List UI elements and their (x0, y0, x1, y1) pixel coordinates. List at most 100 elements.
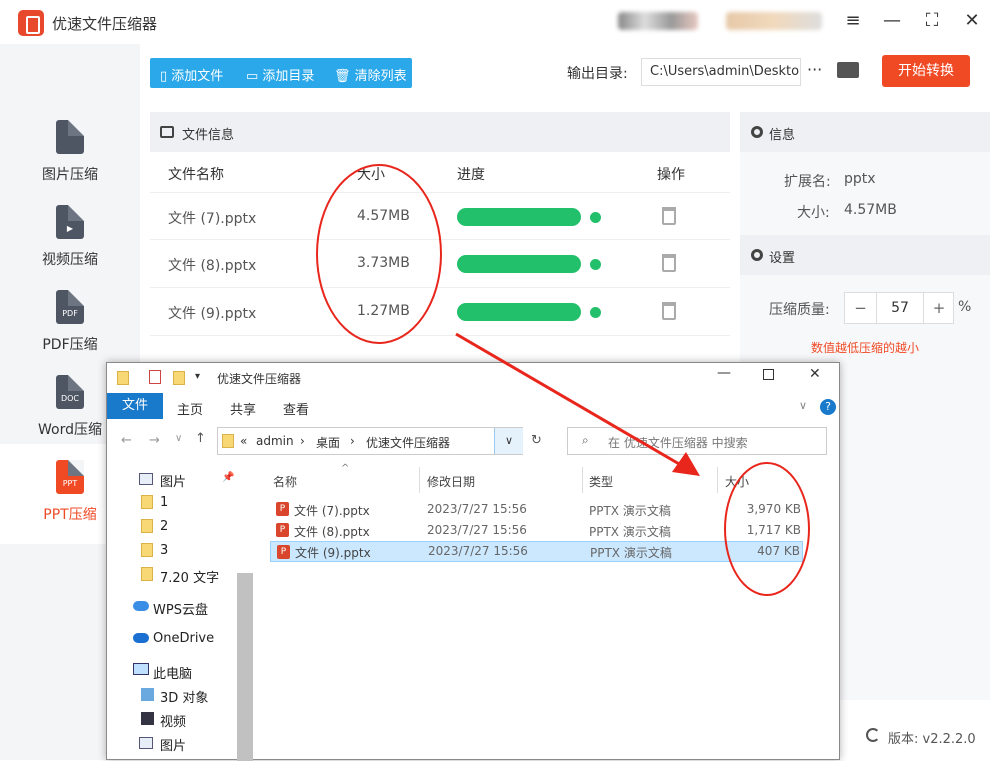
up-arrow-icon[interactable]: ↑ (195, 431, 206, 446)
start-convert-button[interactable]: 开始转换 (882, 55, 970, 87)
menu-icon[interactable]: ≡ (841, 10, 865, 32)
close-icon[interactable]: ✕ (960, 10, 984, 32)
back-arrow-icon[interactable]: ← (121, 433, 132, 448)
tree-item[interactable]: 2 (160, 519, 168, 534)
tree-item[interactable]: WPS云盘 (153, 599, 208, 618)
properties-icon[interactable] (149, 370, 161, 384)
file-list-row-selected[interactable]: P 文件 (9).pptx 2023/7/27 15:56 PPTX 演示文稿 … (270, 541, 803, 562)
col-filename: 文件名称 (168, 167, 224, 183)
tree-item[interactable]: 3 (160, 543, 168, 558)
pictures-icon (139, 473, 153, 485)
quality-input[interactable]: 57 (877, 293, 923, 323)
ribbon-tab-view[interactable]: 查看 (283, 399, 309, 418)
version-label: 版本: (888, 732, 919, 747)
file-list-row[interactable]: P 文件 (7).pptx 2023/7/27 15:56 PPTX 演示文稿 … (270, 499, 803, 520)
ext-label: 扩展名: (784, 174, 831, 190)
clear-list-label: 清除列表 (354, 69, 407, 84)
size-value: 4.57MB (844, 202, 897, 218)
ribbon-expand-icon[interactable]: ∨ (799, 399, 807, 412)
ex-maximize-icon[interactable] (763, 369, 774, 380)
pin-icon[interactable]: 📌 (222, 472, 234, 483)
add-file-label: 添加文件 (171, 69, 224, 84)
output-dir-input[interactable]: C:\Users\admin\Deskto (641, 58, 801, 86)
tree-item[interactable]: 视频 (160, 711, 186, 730)
help-icon[interactable]: ? (820, 399, 836, 415)
file-toolbar: ▯ 添加文件 ▭ 添加目录 🗑 清除列表 (150, 58, 412, 88)
column-divider[interactable] (717, 467, 718, 493)
breadcrumb-admin[interactable]: admin (256, 434, 294, 448)
nav-label: PDF压缩 (42, 337, 98, 353)
tree-item[interactable]: OneDrive (153, 631, 214, 646)
trash-icon[interactable] (662, 302, 676, 320)
tree-item[interactable]: 7.20 文字 (160, 567, 219, 586)
folder-icon[interactable] (837, 62, 859, 78)
blurred-account-info (618, 12, 698, 30)
ex-minimize-icon[interactable]: — (717, 365, 731, 381)
maximize-icon[interactable]: ⛶ (920, 10, 944, 32)
3d-objects-icon (141, 688, 154, 701)
folder-icon (117, 371, 129, 385)
col-progress: 进度 (457, 167, 485, 183)
breadcrumb-overflow[interactable]: « (240, 434, 247, 448)
info-panel (740, 152, 990, 235)
trash-icon[interactable] (662, 254, 676, 272)
ribbon-tab-home[interactable]: 主页 (177, 399, 203, 418)
minimize-icon[interactable]: — (880, 10, 904, 32)
increase-button[interactable]: + (923, 293, 954, 323)
blurred-account-name (726, 12, 822, 30)
folder-icon (173, 371, 185, 385)
decrease-button[interactable]: − (845, 293, 877, 323)
more-options-button[interactable]: ··· (807, 60, 822, 79)
ext-value: pptx (844, 171, 876, 187)
add-folder-button[interactable]: ▭ 添加目录 (246, 65, 314, 84)
ppt-file-icon: PPT (56, 460, 84, 494)
file-name: 文件 (8).pptx (168, 258, 257, 274)
progress-bar (457, 208, 581, 226)
output-dir-label: 输出目录: (567, 66, 628, 82)
quick-access-dropdown-icon[interactable]: ▾ (195, 371, 200, 382)
recent-dropdown-icon[interactable]: ∨ (175, 433, 182, 444)
col-actions: 操作 (657, 167, 685, 183)
app-logo-icon (18, 10, 44, 36)
file-type: PPTX 演示文稿 (589, 525, 671, 539)
add-file-button[interactable]: ▯ 添加文件 (160, 65, 223, 84)
breadcrumb-separator: › (350, 434, 355, 448)
computer-icon (133, 663, 149, 675)
folder-icon (141, 519, 153, 533)
tree-item[interactable]: 3D 对象 (160, 687, 208, 706)
gear-icon (751, 249, 763, 261)
tree-item[interactable]: 此电脑 (153, 663, 192, 682)
tree-item[interactable]: 图片 (160, 735, 186, 754)
file-name: 文件 (7).pptx (294, 504, 370, 518)
forward-arrow-icon[interactable]: → (149, 433, 160, 448)
ribbon-tab-share[interactable]: 共享 (230, 399, 256, 418)
file-row[interactable]: 文件 (9).pptx 1.27MB (150, 288, 730, 336)
explorer-title: 优速文件压缩器 (217, 372, 302, 386)
file-name: 文件 (7).pptx (168, 211, 257, 227)
tree-item[interactable]: 图片 (160, 471, 186, 490)
version-value: v2.2.2.0 (922, 732, 976, 747)
gear-icon (751, 126, 763, 138)
nav-video-compress[interactable]: ▶ 视频压缩 (0, 205, 140, 291)
ex-close-icon[interactable]: ✕ (809, 366, 821, 382)
file-info-header (150, 112, 730, 152)
settings-title: 设置 (769, 251, 796, 266)
annotation-arrow (455, 332, 700, 476)
check-icon (590, 259, 601, 270)
version-info: 版本: v2.2.2.0 (888, 728, 976, 747)
nav-pane-scrollbar[interactable] (237, 573, 253, 761)
clear-list-button[interactable]: 🗑 清除列表 (334, 65, 407, 84)
nav-image-compress[interactable]: 图片压缩 (0, 120, 140, 206)
video-file-icon: ▶ (56, 205, 84, 239)
col-name[interactable]: 名称 (273, 473, 297, 490)
annotation-circle-sizes (316, 164, 442, 344)
breadcrumb-current[interactable]: 优速文件压缩器 (366, 434, 450, 451)
column-divider[interactable] (419, 467, 420, 493)
ribbon-tab-file[interactable]: 文件 (107, 393, 163, 419)
cloud-icon (133, 601, 149, 611)
trash-icon[interactable] (662, 207, 676, 225)
file-date: 2023/7/27 15:56 (427, 523, 527, 537)
tree-item[interactable]: 1 (160, 495, 168, 510)
breadcrumb-desktop[interactable]: 桌面 (316, 434, 340, 451)
file-date: 2023/7/27 15:56 (428, 544, 528, 558)
